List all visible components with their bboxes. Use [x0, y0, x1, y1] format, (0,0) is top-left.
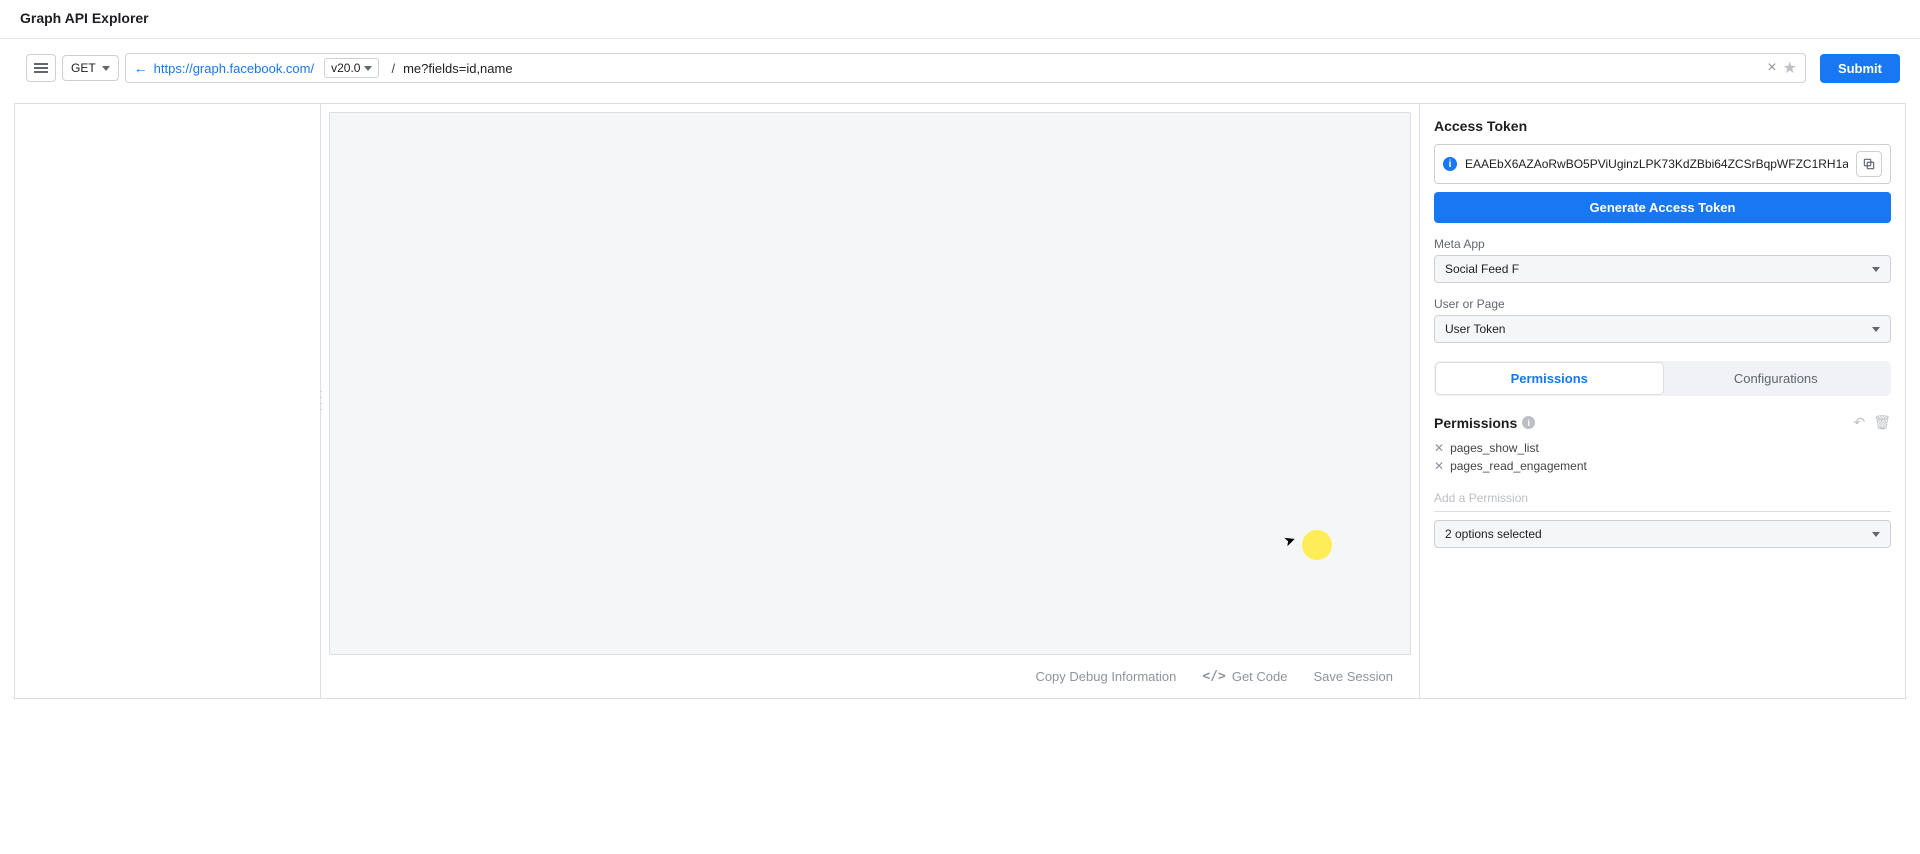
- copy-debug-link[interactable]: Copy Debug Information: [1035, 669, 1176, 684]
- user-page-label: User or Page: [1434, 297, 1891, 311]
- fields-sidebar: ····: [15, 104, 321, 698]
- user-page-value: User Token: [1445, 322, 1505, 336]
- permissions-header: Permissions i ↶ 🗑: [1434, 414, 1891, 431]
- trash-icon[interactable]: 🗑: [1873, 414, 1891, 431]
- side-tabs: Permissions Configurations: [1434, 361, 1891, 396]
- meta-app-label: Meta App: [1434, 237, 1891, 251]
- copy-token-button[interactable]: [1856, 151, 1882, 177]
- permission-item: ✕ pages_show_list: [1434, 439, 1891, 457]
- tab-permissions[interactable]: Permissions: [1436, 363, 1663, 394]
- path-slash: /: [391, 61, 395, 76]
- generate-token-button[interactable]: Generate Access Token: [1434, 192, 1891, 223]
- permission-item: ✕ pages_read_engagement: [1434, 457, 1891, 475]
- code-icon: </>: [1202, 669, 1225, 684]
- page-title: Graph API Explorer: [0, 0, 1920, 39]
- permission-name: pages_read_engagement: [1450, 459, 1587, 473]
- meta-app-value: Social Feed F: [1445, 262, 1519, 276]
- query-toolbar: GET ← https://graph.facebook.com/ v20.0 …: [0, 39, 1920, 103]
- chevron-down-icon: [1872, 267, 1880, 272]
- api-version-select[interactable]: v20.0: [324, 58, 379, 78]
- response-column: Copy Debug Information </> Get Code Save…: [321, 104, 1419, 698]
- http-method-select[interactable]: GET: [62, 55, 119, 81]
- api-url-box: ← https://graph.facebook.com/ v20.0 / × …: [125, 53, 1806, 83]
- permission-name: pages_show_list: [1450, 441, 1539, 455]
- access-token-value: EAAEbX6AZAoRwBO5PViUginzLPK73KdZBbi64ZCS…: [1465, 157, 1848, 171]
- right-panel: Access Token i EAAEbX6AZAoRwBO5PViUginzL…: [1419, 104, 1905, 698]
- path-input[interactable]: [403, 61, 1761, 76]
- chevron-down-icon: [1872, 327, 1880, 332]
- base-url-text: https://graph.facebook.com/: [154, 61, 314, 76]
- get-code-link[interactable]: </> Get Code: [1202, 669, 1287, 684]
- access-token-title: Access Token: [1434, 118, 1891, 134]
- info-icon[interactable]: i: [1443, 157, 1457, 171]
- remove-permission-icon[interactable]: ✕: [1434, 441, 1444, 455]
- help-icon[interactable]: i: [1522, 416, 1535, 429]
- undo-icon[interactable]: ↶: [1853, 414, 1865, 431]
- meta-app-select[interactable]: Social Feed F: [1434, 255, 1891, 283]
- user-page-select[interactable]: User Token: [1434, 315, 1891, 343]
- response-area: [329, 112, 1411, 655]
- chevron-down-icon: [364, 66, 372, 71]
- permissions-options-select[interactable]: 2 options selected: [1434, 520, 1891, 548]
- star-icon[interactable]: ★: [1783, 58, 1797, 78]
- menu-button[interactable]: [26, 54, 56, 82]
- chevron-down-icon: [102, 66, 110, 71]
- permissions-list: ✕ pages_show_list ✕ pages_read_engagemen…: [1434, 439, 1891, 475]
- submit-button[interactable]: Submit: [1820, 54, 1900, 83]
- api-version-value: v20.0: [331, 61, 360, 75]
- permissions-title: Permissions: [1434, 415, 1517, 431]
- workspace: ···· Copy Debug Information </> Get Code…: [14, 103, 1906, 699]
- response-footer: Copy Debug Information </> Get Code Save…: [329, 655, 1411, 698]
- hamburger-icon: [34, 63, 48, 65]
- permissions-options-value: 2 options selected: [1445, 527, 1542, 541]
- splitter-handle[interactable]: ····: [320, 390, 323, 412]
- http-method-value: GET: [71, 61, 96, 75]
- back-arrow-icon[interactable]: ←: [134, 60, 148, 76]
- remove-permission-icon[interactable]: ✕: [1434, 459, 1444, 473]
- access-token-row: i EAAEbX6AZAoRwBO5PViUginzLPK73KdZBbi64Z…: [1434, 144, 1891, 184]
- clear-icon[interactable]: ×: [1767, 59, 1776, 77]
- save-session-link[interactable]: Save Session: [1314, 669, 1394, 684]
- tab-configurations[interactable]: Configurations: [1663, 363, 1890, 394]
- chevron-down-icon: [1872, 532, 1880, 537]
- add-permission-input[interactable]: [1434, 485, 1891, 512]
